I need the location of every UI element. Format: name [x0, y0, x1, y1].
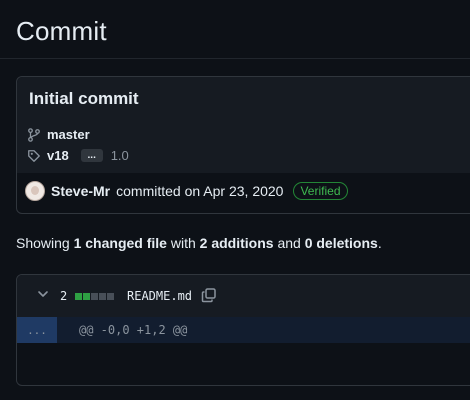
page-title: Commit: [16, 16, 107, 46]
branch-row: master: [27, 127, 90, 142]
author-link[interactable]: Steve-Mr: [51, 183, 110, 199]
diff-summary: Showing 1 changed file with 2 additions …: [16, 235, 382, 251]
commit-message: Initial commit: [29, 89, 139, 108]
files-changed-count: 1 changed file: [73, 235, 167, 251]
git-branch-icon: [28, 127, 40, 142]
diffstat-neutral-block: [91, 293, 98, 300]
hunk-row: ... @@ -0,0 +1,2 @@: [17, 317, 470, 343]
file-name-link[interactable]: README.md: [127, 289, 192, 303]
more-tags-button[interactable]: ...: [80, 149, 103, 162]
summary-prefix: Showing: [16, 235, 70, 251]
diffstat-added-block: [83, 293, 90, 300]
avatar[interactable]: [25, 181, 45, 201]
deletions-count: 0 deletions: [304, 235, 378, 251]
additions-count: 2 additions: [199, 235, 274, 251]
verified-badge[interactable]: Verified: [293, 182, 348, 200]
summary-with: with: [170, 235, 196, 251]
branch-link[interactable]: master: [47, 127, 90, 142]
diffstat-neutral-block: [107, 293, 114, 300]
author-row: Steve-Mr committed on Apr 23, 2020 Verif…: [25, 181, 348, 201]
copy-icon[interactable]: [201, 287, 217, 303]
expand-hunk-button[interactable]: ...: [17, 317, 57, 343]
file-diff-card: 2 README.md ... @@ -0,0 +1,2 @@: [16, 274, 470, 386]
tag-link[interactable]: v18: [47, 148, 69, 163]
commit-card: Initial commit master v18 ... 1.0 Steve-…: [16, 76, 470, 214]
file-header: 2 README.md: [17, 275, 470, 318]
change-count: 2: [60, 289, 68, 303]
diffstat-added-block: [75, 293, 82, 300]
hunk-header: @@ -0,0 +1,2 @@: [79, 323, 188, 337]
diffstat-bar: [75, 293, 114, 300]
commit-date-text: committed on Apr 23, 2020: [116, 183, 284, 199]
summary-suffix: .: [377, 235, 382, 251]
title-divider: [0, 58, 470, 59]
commit-page: Commit Initial commit master v18 ... 1.0…: [0, 0, 470, 400]
tag-extra[interactable]: 1.0: [111, 148, 129, 163]
chevron-down-icon[interactable]: [37, 288, 49, 300]
tag-icon: [28, 149, 40, 162]
tag-row: v18 ... 1.0: [27, 148, 129, 163]
diffstat-neutral-block: [99, 293, 106, 300]
commit-header: Initial commit master v18 ... 1.0: [17, 77, 470, 173]
summary-and: and: [277, 235, 301, 251]
